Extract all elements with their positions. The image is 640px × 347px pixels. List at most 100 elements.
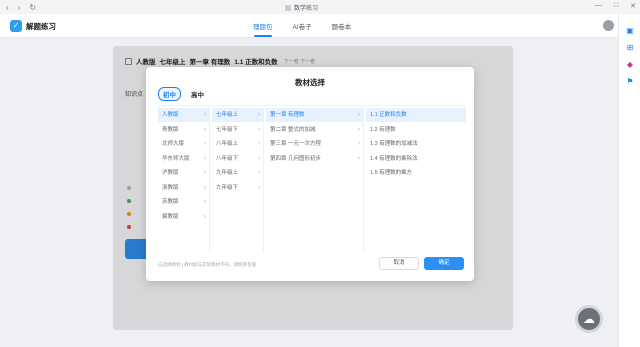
cancel-button[interactable]: 取消	[379, 257, 419, 270]
chevron-right-icon: ›	[258, 141, 260, 147]
chapter-label: 第一章 有理数	[270, 112, 305, 118]
logo-icon: ✓	[10, 20, 22, 32]
chevron-right-icon: ›	[204, 184, 206, 191]
chapter-label: 第二章 整式的加减	[270, 126, 316, 133]
grade-label: 八年级上	[216, 141, 239, 147]
right-rail: ▣ ⊞ ◆ ⚑	[618, 14, 640, 347]
tab-practice[interactable]: 理题包	[253, 21, 273, 37]
window-title: 数学练习	[285, 3, 318, 12]
publisher-item[interactable]: 北师大版 ›	[158, 137, 209, 151]
tab-ai-paper[interactable]: AI卷子	[293, 21, 312, 31]
publisher-label: 青教版	[162, 126, 179, 133]
grade-label: 九年级下	[216, 184, 239, 191]
app-name: 解题练习	[26, 21, 56, 31]
publisher-item[interactable]: 冀教版 ›	[158, 210, 209, 224]
grade-column: 七年级上 › 七年级下 › 八年级上 › 八年级下 › 九年级上 › 九年级下 ›	[212, 106, 264, 252]
chevron-right-icon: ›	[358, 141, 360, 147]
chapter-item[interactable]: 第一章 有理数 ›	[266, 108, 363, 122]
user-avatar[interactable]	[603, 20, 614, 31]
section-label: 1.3 有理数的加减法	[370, 141, 418, 147]
back-icon[interactable]: ‹	[6, 3, 9, 12]
footer-note: 已选择教材 | 教材如与实际教材不符，请联系客服	[158, 262, 257, 267]
publisher-item[interactable]: 华东师大版 ›	[158, 152, 209, 166]
chevron-right-icon: ›	[358, 155, 360, 162]
publisher-item[interactable]: 浙教版 ›	[158, 181, 209, 195]
grade-label: 七年级上	[216, 112, 239, 118]
grade-label: 九年级上	[216, 170, 239, 176]
browser-nav: ‹ › ↻	[0, 3, 36, 12]
close-icon[interactable]: ✕	[630, 2, 636, 10]
chevron-right-icon: ›	[204, 141, 206, 147]
chevron-right-icon: ›	[358, 126, 360, 133]
chevron-right-icon: ›	[258, 184, 260, 191]
section-item[interactable]: 1.1 正数和负数	[366, 108, 466, 122]
chevron-right-icon: ›	[204, 213, 206, 220]
chevron-right-icon: ›	[358, 112, 360, 118]
publisher-label: 沪教版	[162, 170, 179, 176]
image-icon[interactable]: ▣	[625, 26, 635, 36]
grade-item[interactable]: 八年级上 ›	[212, 137, 263, 151]
textbook-modal: 教材选择 初中 高中 人教版 › 青教版 › 北师大版 › 华东师大版 › 沪教版 › 浙教版 › 苏教…	[146, 67, 474, 281]
grade-label: 八年级下	[216, 155, 239, 162]
section-item[interactable]: 1.5 有理数的乘方	[366, 166, 466, 180]
chapter-item[interactable]: 第三章 一元一次方程 ›	[266, 137, 363, 151]
confirm-button[interactable]: 确定	[424, 257, 464, 270]
chevron-right-icon: ›	[258, 155, 260, 162]
grade-item[interactable]: 七年级上 ›	[212, 108, 263, 122]
section-column: 1.1 正数和负数 1.2 有理数 1.3 有理数的加减法 1.4 有理数的乘除法 1.…	[366, 106, 466, 252]
chapter-item[interactable]: 第四章 几何图形初步 ›	[266, 152, 363, 166]
minimize-icon[interactable]: —	[595, 2, 602, 10]
grade-item[interactable]: 九年级上 ›	[212, 166, 263, 180]
chevron-right-icon: ›	[204, 199, 206, 205]
section-item[interactable]: 1.2 有理数	[366, 123, 466, 137]
bookmark-icon[interactable]: ⚑	[625, 77, 635, 87]
cloud-icon[interactable]: ☁	[575, 305, 603, 333]
stage-tabs: 初中 高中	[158, 87, 208, 101]
chapter-label: 第四章 几何图形初步	[270, 155, 322, 162]
publisher-item[interactable]: 苏教版 ›	[158, 195, 209, 209]
refresh-icon[interactable]: ↻	[29, 3, 36, 12]
publisher-item[interactable]: 人教版 ›	[158, 108, 209, 122]
window-title-text: 数学练习	[294, 6, 319, 12]
publisher-label: 冀教版	[162, 213, 179, 220]
browser-bar: ‹ › ↻ 数学练习 — □ ✕	[0, 0, 640, 14]
grade-item[interactable]: 八年级下 ›	[212, 152, 263, 166]
chapter-column: 第一章 有理数 › 第二章 整式的加减 › 第三章 一元一次方程 › 第四章 几何图形初步 ›	[266, 106, 364, 252]
app-logo[interactable]: ✓ 解题练习	[10, 20, 56, 32]
section-label: 1.4 有理数的乘除法	[370, 155, 418, 162]
chevron-right-icon: ›	[258, 112, 260, 118]
grade-item[interactable]: 九年级下 ›	[212, 181, 263, 195]
tab-junior-high[interactable]: 初中	[158, 87, 181, 101]
section-item[interactable]: 1.4 有理数的乘除法	[366, 152, 466, 166]
grade-label: 七年级下	[216, 126, 239, 133]
chapter-label: 第三章 一元一次方程	[270, 141, 322, 147]
section-label: 1.1 正数和负数	[370, 112, 407, 118]
chevron-right-icon: ›	[204, 155, 206, 162]
maximize-icon[interactable]: □	[614, 2, 618, 10]
grade-item[interactable]: 七年级下 ›	[212, 123, 263, 137]
gem-icon[interactable]: ◆	[625, 60, 635, 70]
chapter-item[interactable]: 第二章 整式的加减 ›	[266, 123, 363, 137]
publisher-item[interactable]: 青教版 ›	[158, 123, 209, 137]
publisher-label: 人教版	[162, 112, 179, 118]
chevron-right-icon: ›	[204, 170, 206, 176]
main-tabs: 理题包 AI卷子 题卷本	[253, 21, 352, 37]
window-controls: — □ ✕	[595, 2, 636, 10]
chevron-right-icon: ›	[204, 112, 206, 118]
scan-icon[interactable]: ⊞	[625, 43, 635, 53]
app-header: ✓ 解题练习 理题包 AI卷子 题卷本	[0, 14, 618, 38]
section-item[interactable]: 1.3 有理数的加减法	[366, 137, 466, 151]
forward-icon[interactable]: ›	[18, 3, 21, 12]
publisher-label: 华东师大版	[162, 155, 190, 162]
tab-favicon-icon	[285, 4, 291, 11]
publisher-label: 苏教版	[162, 199, 179, 205]
section-label: 1.5 有理数的乘方	[370, 170, 413, 176]
publisher-item[interactable]: 沪教版 ›	[158, 166, 209, 180]
publisher-label: 北师大版	[162, 141, 185, 147]
tab-senior-high[interactable]: 高中	[187, 88, 208, 100]
tab-notebook[interactable]: 题卷本	[332, 21, 352, 31]
section-label: 1.2 有理数	[370, 126, 396, 133]
chevron-right-icon: ›	[258, 126, 260, 133]
publisher-column: 人教版 › 青教版 › 北师大版 › 华东师大版 › 沪教版 › 浙教版 › 苏教版 › 冀教版 ›	[158, 106, 210, 252]
selection-columns: 人教版 › 青教版 › 北师大版 › 华东师大版 › 沪教版 › 浙教版 › 苏教版 › 冀教版 › 七年级上…	[158, 105, 466, 252]
